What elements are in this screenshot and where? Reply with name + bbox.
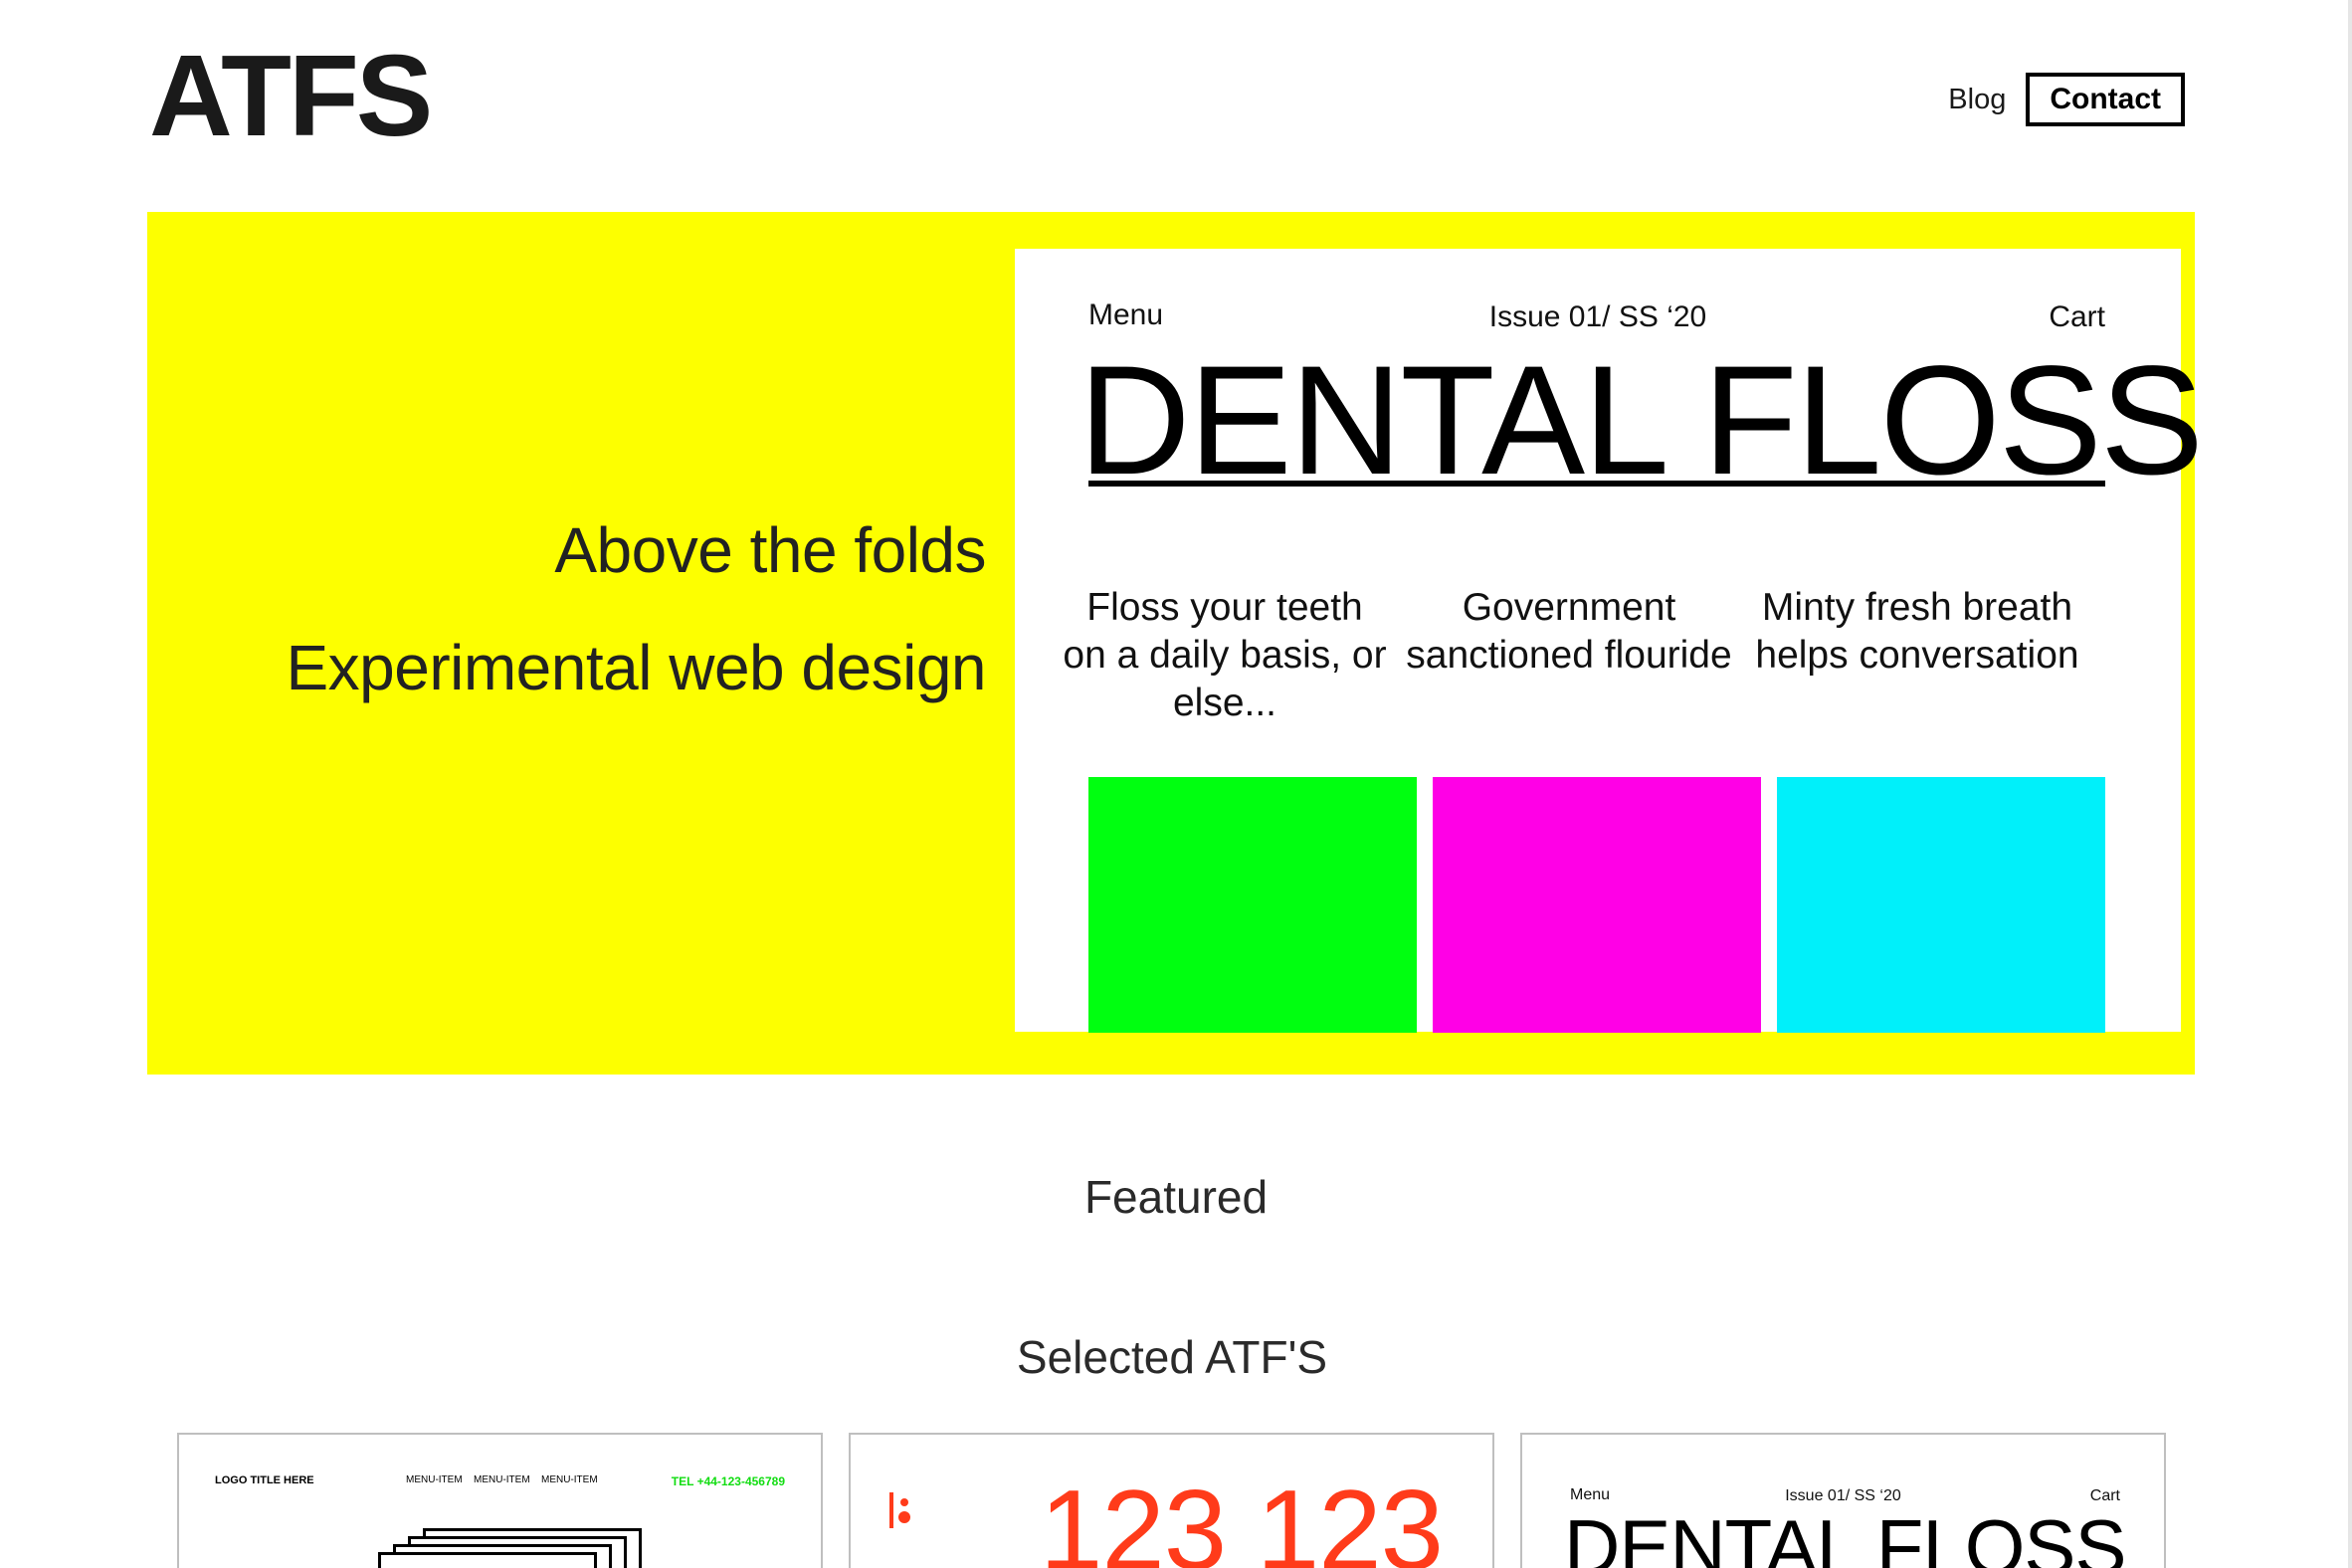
selected-heading: Selected ATF'S [1016,1331,1328,1383]
preview-column-text-3: Minty fresh breath helps conversation [1755,586,2079,677]
featured-heading: Featured [1083,1171,1269,1223]
preview-color-swatch-cyan [1777,777,2105,1033]
hero-banner: Above the folds Experimental web design … [147,212,2204,1075]
page-scrollbar[interactable] [2348,0,2352,1568]
card1-phone: TEL +44-123-456789 [671,1474,785,1488]
hero-preview-card[interactable]: Menu Issue 01/ SS ‘20 Cart DENTAL FLOSS … [1015,249,2204,1033]
card3-title: DENTAL FLOSS [1564,1503,2126,1568]
site-logo[interactable]: ATFS [149,38,433,153]
atf-card-2[interactable]: 123 123 [849,1433,1494,1568]
hero-title: Above the folds [554,514,986,586]
dots-icon [886,1490,916,1540]
card2-number: 123 123 [1040,1468,1444,1568]
card1-menu-item: MENU-ITEM [406,1474,463,1485]
card1-menu-item: MENU-ITEM [474,1474,530,1485]
preview-cart-label: Cart [2049,300,2105,333]
hero-subtitle: Experimental web design [286,632,986,703]
atf-card-3[interactable]: Menu Issue 01/ SS ‘20 Cart DENTAL FLOSS [1520,1433,2166,1568]
nav-blog-link[interactable]: Blog [1948,84,2006,116]
card1-logo-text: LOGO TITLE HERE [215,1474,314,1486]
preview-issue-label: Issue 01/ SS ‘20 [1488,300,1707,333]
nav-contact-button[interactable]: Contact [2026,73,2185,126]
preview-column-text-2: Government sanctioned flouride [1406,586,1732,677]
preview-color-swatch-magenta [1433,777,1761,1033]
preview-title-underline [1088,481,2105,487]
card1-stacked-frame [378,1552,597,1568]
card1-menu-item: MENU-ITEM [541,1474,598,1485]
atf-card-1[interactable]: LOGO TITLE HERE MENU-ITEM MENU-ITEM MENU… [177,1433,823,1568]
preview-column-text-1: Floss your teeth on a daily basis, or el… [1063,586,1387,724]
top-nav: Blog Contact [1948,73,2185,126]
preview-color-swatch-green [1088,777,1417,1033]
